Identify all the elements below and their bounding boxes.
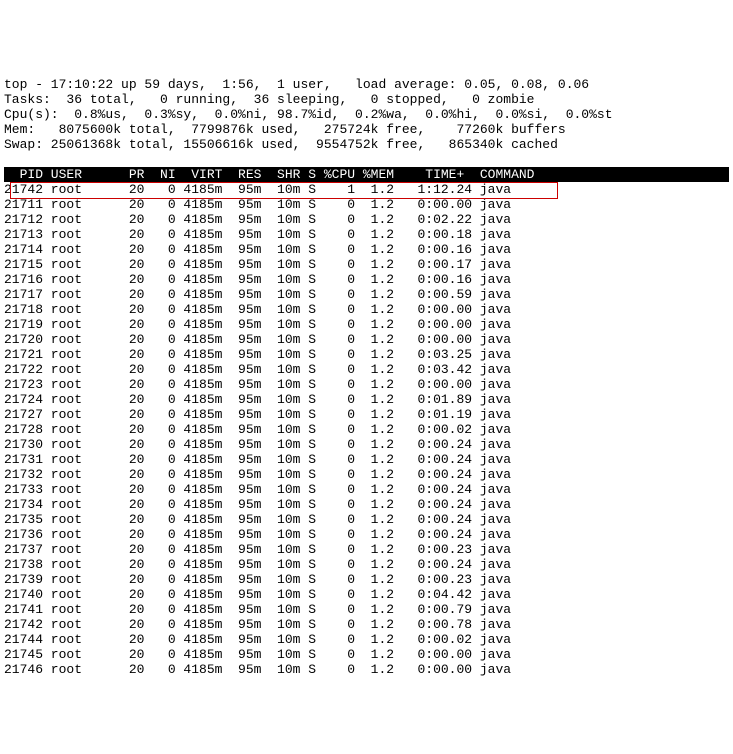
process-row-text: 21735 root 20 0 4185m 95m 10m S 0 1.2 0:… (4, 512, 511, 527)
process-row-text: 21745 root 20 0 4185m 95m 10m S 0 1.2 0:… (4, 647, 511, 662)
process-row-text: 21742 root 20 0 4185m 95m 10m S 1 1.2 1:… (4, 182, 511, 197)
table-row: 21714 root 20 0 4185m 95m 10m S 0 1.2 0:… (4, 242, 729, 257)
process-row-text: 21715 root 20 0 4185m 95m 10m S 0 1.2 0:… (4, 257, 511, 272)
summary-line-5: Swap: 25061368k total, 15506616k used, 9… (4, 137, 558, 152)
table-row: 21734 root 20 0 4185m 95m 10m S 0 1.2 0:… (4, 497, 729, 512)
table-row: 21731 root 20 0 4185m 95m 10m S 0 1.2 0:… (4, 452, 729, 467)
summary-line-4: Mem: 8075600k total, 7799876k used, 2757… (4, 122, 566, 137)
summary-line-3: Cpu(s): 0.8%us, 0.3%sy, 0.0%ni, 98.7%id,… (4, 107, 613, 122)
process-row-text: 21734 root 20 0 4185m 95m 10m S 0 1.2 0:… (4, 497, 511, 512)
table-row: 21733 root 20 0 4185m 95m 10m S 0 1.2 0:… (4, 482, 729, 497)
table-row: 21742 root 20 0 4185m 95m 10m S 0 1.2 0:… (4, 617, 729, 632)
table-row: 21719 root 20 0 4185m 95m 10m S 0 1.2 0:… (4, 317, 729, 332)
process-row-text: 21746 root 20 0 4185m 95m 10m S 0 1.2 0:… (4, 662, 511, 677)
process-row-text: 21741 root 20 0 4185m 95m 10m S 0 1.2 0:… (4, 602, 511, 617)
table-row: 21722 root 20 0 4185m 95m 10m S 0 1.2 0:… (4, 362, 729, 377)
process-row-text: 21727 root 20 0 4185m 95m 10m S 0 1.2 0:… (4, 407, 511, 422)
table-row: 21744 root 20 0 4185m 95m 10m S 0 1.2 0:… (4, 632, 729, 647)
table-row: 21740 root 20 0 4185m 95m 10m S 0 1.2 0:… (4, 587, 729, 602)
process-row-text: 21716 root 20 0 4185m 95m 10m S 0 1.2 0:… (4, 272, 511, 287)
process-row-text: 21736 root 20 0 4185m 95m 10m S 0 1.2 0:… (4, 527, 511, 542)
process-row-text: 21718 root 20 0 4185m 95m 10m S 0 1.2 0:… (4, 302, 511, 317)
table-row: 21715 root 20 0 4185m 95m 10m S 0 1.2 0:… (4, 257, 729, 272)
table-row: 21742 root 20 0 4185m 95m 10m S 1 1.2 1:… (4, 182, 729, 197)
process-row-text: 21714 root 20 0 4185m 95m 10m S 0 1.2 0:… (4, 242, 511, 257)
table-row: 21713 root 20 0 4185m 95m 10m S 0 1.2 0:… (4, 227, 729, 242)
process-row-text: 21720 root 20 0 4185m 95m 10m S 0 1.2 0:… (4, 332, 511, 347)
process-row-text: 21711 root 20 0 4185m 95m 10m S 0 1.2 0:… (4, 197, 511, 212)
process-row-text: 21712 root 20 0 4185m 95m 10m S 0 1.2 0:… (4, 212, 511, 227)
table-row: 21711 root 20 0 4185m 95m 10m S 0 1.2 0:… (4, 197, 729, 212)
column-header: PID USER PR NI VIRT RES SHR S %CPU %MEM … (4, 167, 729, 182)
table-row: 21716 root 20 0 4185m 95m 10m S 0 1.2 0:… (4, 272, 729, 287)
table-row: 21738 root 20 0 4185m 95m 10m S 0 1.2 0:… (4, 557, 729, 572)
summary-line-1: top - 17:10:22 up 59 days, 1:56, 1 user,… (4, 77, 589, 92)
table-row: 21736 root 20 0 4185m 95m 10m S 0 1.2 0:… (4, 527, 729, 542)
table-row: 21739 root 20 0 4185m 95m 10m S 0 1.2 0:… (4, 572, 729, 587)
table-row: 21737 root 20 0 4185m 95m 10m S 0 1.2 0:… (4, 542, 729, 557)
process-row-text: 21730 root 20 0 4185m 95m 10m S 0 1.2 0:… (4, 437, 511, 452)
process-row-text: 21721 root 20 0 4185m 95m 10m S 0 1.2 0:… (4, 347, 511, 362)
table-row: 21745 root 20 0 4185m 95m 10m S 0 1.2 0:… (4, 647, 729, 662)
process-row-text: 21742 root 20 0 4185m 95m 10m S 0 1.2 0:… (4, 617, 511, 632)
table-row: 21721 root 20 0 4185m 95m 10m S 0 1.2 0:… (4, 347, 729, 362)
table-row: 21718 root 20 0 4185m 95m 10m S 0 1.2 0:… (4, 302, 729, 317)
table-row: 21727 root 20 0 4185m 95m 10m S 0 1.2 0:… (4, 407, 729, 422)
process-row-text: 21738 root 20 0 4185m 95m 10m S 0 1.2 0:… (4, 557, 511, 572)
process-list: 21742 root 20 0 4185m 95m 10m S 1 1.2 1:… (4, 182, 729, 677)
summary-line-2: Tasks: 36 total, 0 running, 36 sleeping,… (4, 92, 535, 107)
table-row: 21746 root 20 0 4185m 95m 10m S 0 1.2 0:… (4, 662, 729, 677)
table-row: 21724 root 20 0 4185m 95m 10m S 0 1.2 0:… (4, 392, 729, 407)
process-row-text: 21722 root 20 0 4185m 95m 10m S 0 1.2 0:… (4, 362, 511, 377)
process-row-text: 21733 root 20 0 4185m 95m 10m S 0 1.2 0:… (4, 482, 511, 497)
process-row-text: 21723 root 20 0 4185m 95m 10m S 0 1.2 0:… (4, 377, 511, 392)
process-row-text: 21731 root 20 0 4185m 95m 10m S 0 1.2 0:… (4, 452, 511, 467)
process-row-text: 21744 root 20 0 4185m 95m 10m S 0 1.2 0:… (4, 632, 511, 647)
process-row-text: 21717 root 20 0 4185m 95m 10m S 0 1.2 0:… (4, 287, 511, 302)
process-row-text: 21732 root 20 0 4185m 95m 10m S 0 1.2 0:… (4, 467, 511, 482)
process-row-text: 21719 root 20 0 4185m 95m 10m S 0 1.2 0:… (4, 317, 511, 332)
process-row-text: 21728 root 20 0 4185m 95m 10m S 0 1.2 0:… (4, 422, 511, 437)
table-row: 21723 root 20 0 4185m 95m 10m S 0 1.2 0:… (4, 377, 729, 392)
table-row: 21732 root 20 0 4185m 95m 10m S 0 1.2 0:… (4, 467, 729, 482)
table-row: 21720 root 20 0 4185m 95m 10m S 0 1.2 0:… (4, 332, 729, 347)
table-row: 21717 root 20 0 4185m 95m 10m S 0 1.2 0:… (4, 287, 729, 302)
process-row-text: 21713 root 20 0 4185m 95m 10m S 0 1.2 0:… (4, 227, 511, 242)
process-row-text: 21737 root 20 0 4185m 95m 10m S 0 1.2 0:… (4, 542, 511, 557)
process-row-text: 21739 root 20 0 4185m 95m 10m S 0 1.2 0:… (4, 572, 511, 587)
table-row: 21712 root 20 0 4185m 95m 10m S 0 1.2 0:… (4, 212, 729, 227)
table-row: 21741 root 20 0 4185m 95m 10m S 0 1.2 0:… (4, 602, 729, 617)
table-row: 21730 root 20 0 4185m 95m 10m S 0 1.2 0:… (4, 437, 729, 452)
process-row-text: 21724 root 20 0 4185m 95m 10m S 0 1.2 0:… (4, 392, 511, 407)
top-header: top - 17:10:22 up 59 days, 1:56, 1 user,… (4, 62, 729, 152)
table-row: 21728 root 20 0 4185m 95m 10m S 0 1.2 0:… (4, 422, 729, 437)
process-row-text: 21740 root 20 0 4185m 95m 10m S 0 1.2 0:… (4, 587, 511, 602)
table-row: 21735 root 20 0 4185m 95m 10m S 0 1.2 0:… (4, 512, 729, 527)
